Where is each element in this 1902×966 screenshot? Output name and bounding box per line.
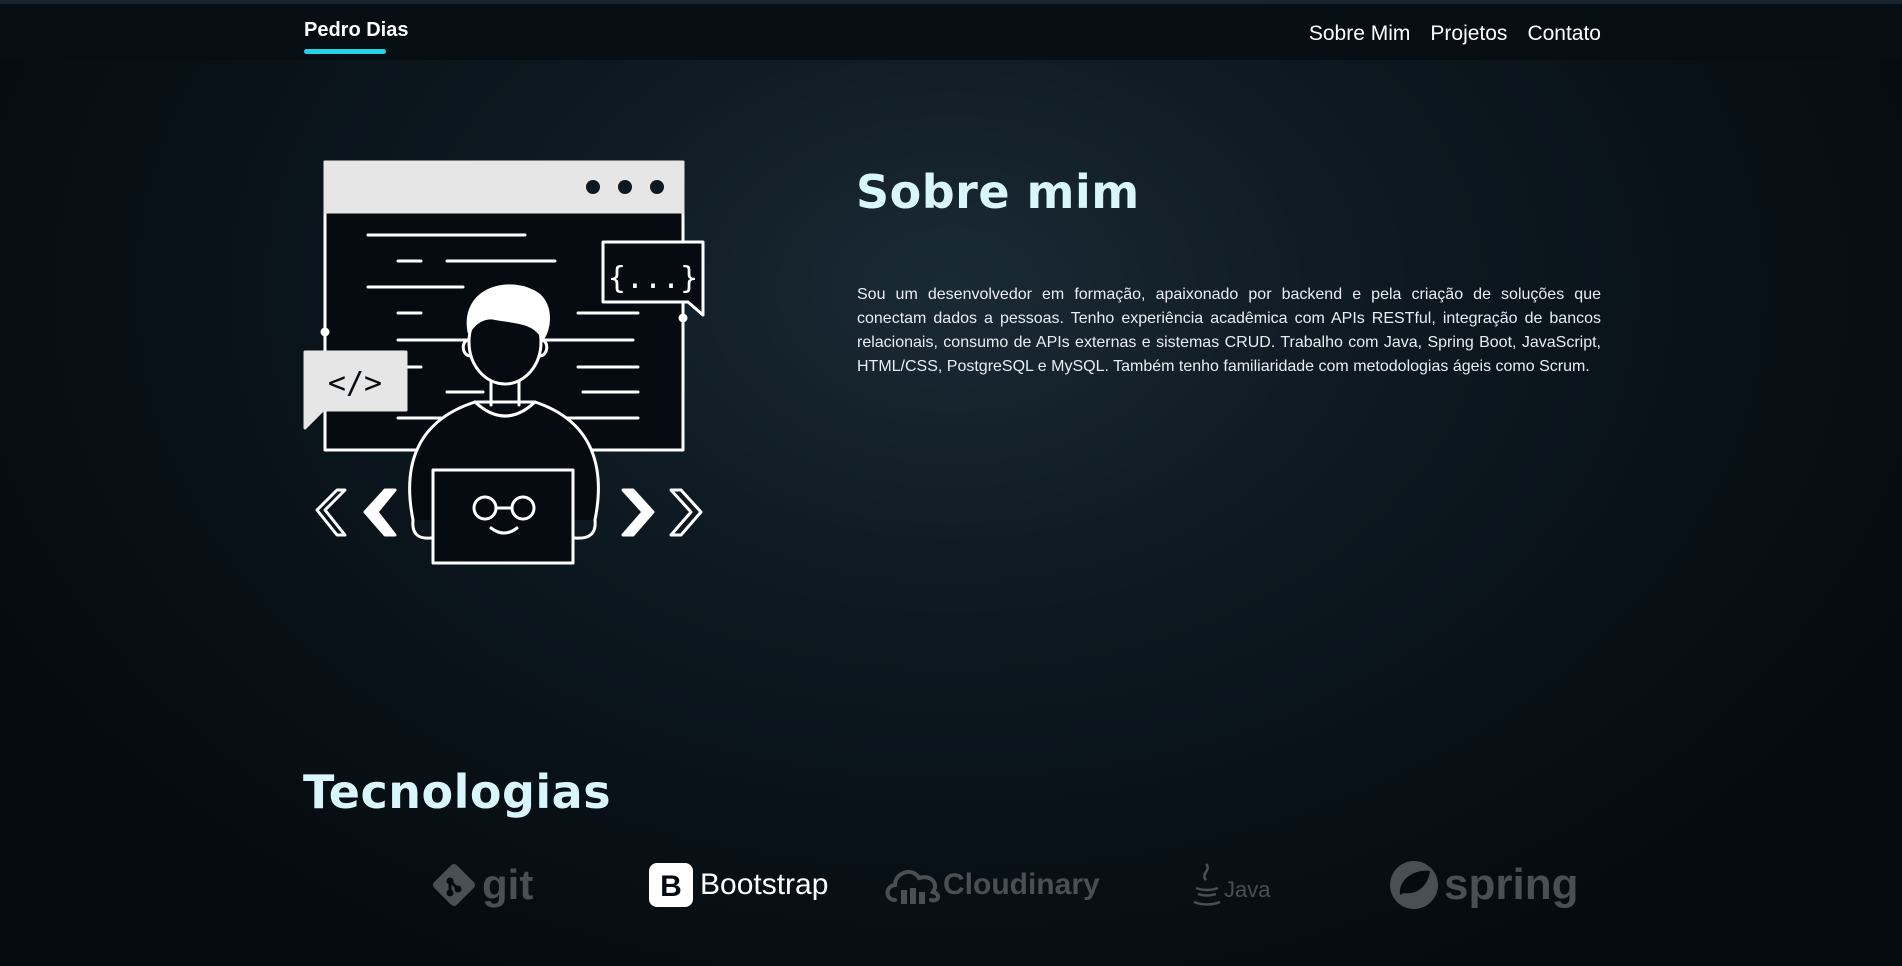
brand-logo-link[interactable]: Pedro Dias [304, 19, 408, 42]
technologies-title: Tecnologias [303, 765, 612, 819]
tech-item-git: git [430, 855, 533, 915]
spring-icon [1390, 861, 1438, 909]
svg-text:B: B [660, 870, 682, 903]
tech-name-git: git [482, 861, 534, 908]
about-title: Sobre mim [856, 165, 1140, 219]
tech-item-cloudinary: Cloudinary [883, 855, 1100, 915]
tech-item-bootstrap: B Bootstrap [648, 855, 828, 915]
tech-name-bootstrap: Bootstrap [700, 868, 829, 901]
tech-name-spring: spring [1444, 860, 1579, 909]
nav-links: Sobre Mim Projetos Contato [1309, 22, 1601, 46]
technologies-row: git B Bootstrap Cloudinary Java spring [420, 855, 1600, 915]
tech-name-java: Java [1224, 877, 1271, 902]
tech-item-java: Java [1192, 855, 1270, 915]
nav-link-sobre-mim[interactable]: Sobre Mim [1309, 22, 1411, 46]
nav-link-projetos[interactable]: Projetos [1430, 22, 1507, 46]
navbar: Pedro Dias Sobre Mim Projetos Contato [0, 0, 1902, 60]
tech-item-spring: spring [1388, 855, 1578, 915]
tech-name-cloudinary: Cloudinary [943, 868, 1100, 901]
code-tag-text: </> [328, 366, 382, 401]
cloudinary-icon [885, 869, 940, 904]
brand-underline [304, 49, 386, 54]
braces-text: {...} [608, 261, 698, 296]
bootstrap-icon: B [649, 863, 693, 907]
nav-link-contato[interactable]: Contato [1527, 22, 1601, 46]
java-icon [1193, 863, 1221, 906]
about-text: Sou um desenvolvedor em formação, apaixo… [857, 286, 1601, 375]
developer-illustration: {...} </> [303, 160, 705, 565]
git-icon [433, 864, 475, 906]
